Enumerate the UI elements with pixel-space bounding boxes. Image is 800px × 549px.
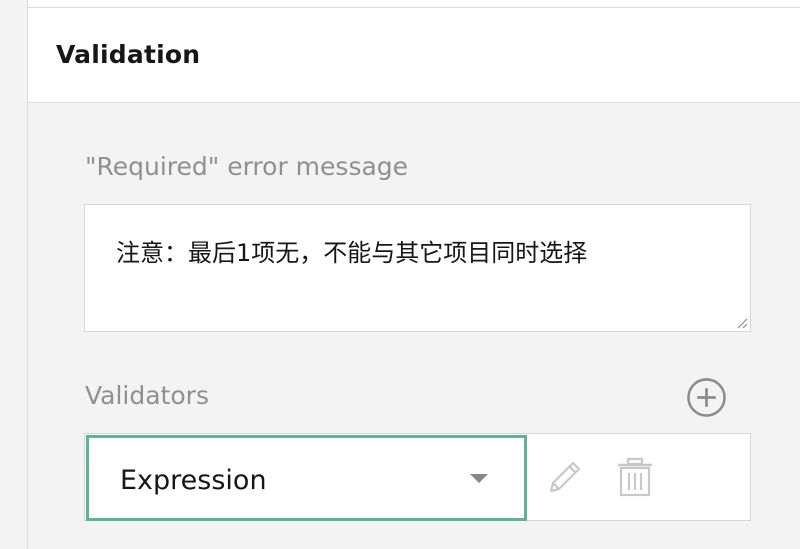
left-gutter — [0, 0, 27, 549]
required-error-message-label: "Required" error message — [85, 152, 409, 181]
required-error-message-text: 注意：最后1项无，不能与其它项目同时选择 — [116, 239, 588, 267]
previous-section-edge — [28, 0, 800, 8]
validator-type-dropdown[interactable]: Expression — [86, 435, 527, 521]
resize-grip-icon[interactable] — [736, 317, 748, 329]
trash-icon[interactable] — [615, 456, 655, 498]
validator-type-value: Expression — [120, 465, 267, 496]
caret-down-icon — [470, 474, 488, 483]
pencil-icon[interactable] — [545, 456, 585, 498]
validator-row: Expression — [84, 433, 751, 521]
section-title: Validation — [56, 40, 201, 69]
required-error-message-textarea[interactable]: 注意：最后1项无，不能与其它项目同时选择 — [84, 204, 751, 332]
validation-section-header[interactable]: Validation — [28, 8, 800, 103]
plus-circle-icon[interactable] — [686, 377, 727, 418]
validators-label: Validators — [85, 381, 209, 410]
